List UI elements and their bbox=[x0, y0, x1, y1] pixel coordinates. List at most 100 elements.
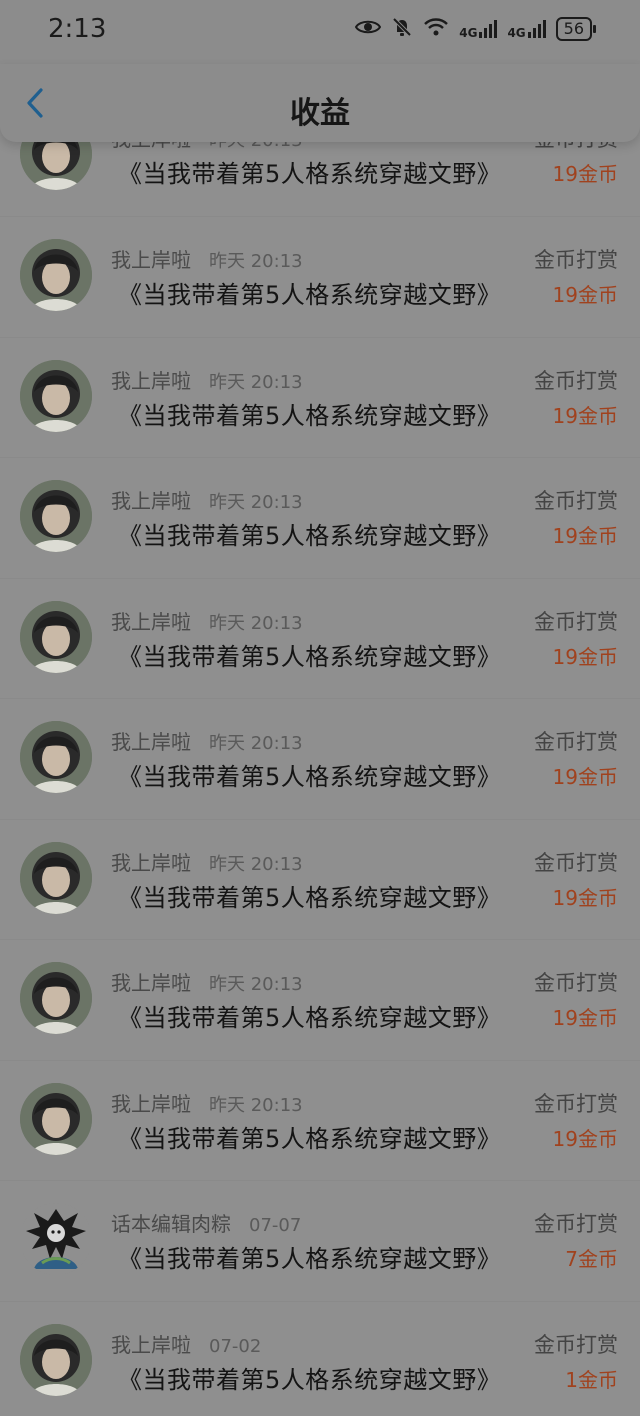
user-avatar-icon bbox=[20, 1323, 92, 1396]
item-time: 昨天 20:13 bbox=[209, 853, 303, 875]
item-book-title: 《当我带着第5人格系统穿越文野》 bbox=[118, 281, 502, 309]
signal-bars-icon bbox=[479, 20, 498, 38]
item-username: 我上岸啦 bbox=[111, 368, 191, 393]
item-time: 昨天 20:13 bbox=[209, 612, 303, 634]
item-amount: 19金币 bbox=[552, 283, 618, 307]
user-avatar-icon bbox=[20, 600, 92, 673]
item-meta: 我上岸啦 昨天 20:13 bbox=[111, 365, 303, 394]
list-item[interactable]: 我上岸啦 昨天 20:13 《当我带着第5人格系统穿越文野》 金币打赏 19金币 bbox=[0, 940, 640, 1061]
item-meta: 我上岸啦 昨天 20:13 bbox=[111, 485, 303, 514]
signal-2: 4G bbox=[507, 20, 546, 40]
item-username: 我上岸啦 bbox=[111, 609, 191, 634]
avatar bbox=[20, 359, 92, 432]
user-avatar-icon bbox=[20, 841, 92, 914]
item-username: 我上岸啦 bbox=[111, 489, 191, 513]
signal-1: 4G bbox=[459, 20, 498, 40]
header-bar: 收益 bbox=[0, 64, 640, 142]
avatar bbox=[20, 239, 92, 311]
wifi-icon bbox=[423, 17, 449, 41]
item-book-title: 《当我带着第5人格系统穿越文野》 bbox=[118, 763, 502, 791]
item-type: 金币打赏 bbox=[534, 248, 618, 272]
eye-icon bbox=[355, 18, 382, 40]
list-item[interactable]: 我上岸啦 昨天 20:13 《当我带着第5人格系统穿越文野》 金币打赏 19金币 bbox=[0, 458, 640, 579]
item-time: 昨天 20:13 bbox=[209, 492, 303, 513]
item-meta: 话本编辑肉粽 07-07 bbox=[111, 1208, 301, 1237]
item-time: 昨天 20:13 bbox=[209, 974, 303, 995]
item-meta: 我上岸啦 昨天 20:13 bbox=[111, 606, 303, 635]
item-time: 昨天 20:13 bbox=[209, 371, 303, 393]
item-book-title: 《当我带着第5人格系统穿越文野》 bbox=[118, 883, 502, 912]
item-amount: 19金币 bbox=[552, 885, 618, 910]
item-amount: 19金币 bbox=[552, 162, 618, 186]
avatar bbox=[20, 600, 92, 673]
item-meta: 我上岸啦 昨天 20:13 bbox=[111, 244, 303, 273]
item-amount: 19金币 bbox=[552, 644, 618, 669]
user-avatar-icon bbox=[20, 359, 92, 432]
user-avatar-icon bbox=[20, 721, 92, 793]
item-amount: 19金币 bbox=[552, 1126, 618, 1151]
item-book-title: 《当我带着第5人格系统穿越文野》 bbox=[118, 1004, 502, 1032]
item-type: 金币打赏 bbox=[534, 1332, 618, 1357]
avatar bbox=[20, 1082, 92, 1155]
item-type: 金币打赏 bbox=[534, 971, 618, 995]
list-item[interactable]: 我上岸啦 昨天 20:13 《当我带着第5人格系统穿越文野》 金币打赏 19金币 bbox=[0, 820, 640, 940]
item-type: 金币打赏 bbox=[534, 1091, 618, 1116]
item-book-title: 《当我带着第5人格系统穿越文野》 bbox=[118, 642, 502, 671]
item-time: 昨天 20:13 bbox=[209, 1094, 303, 1116]
network-label-1: 4G bbox=[459, 26, 478, 40]
status-icons: 4G 4G 56 bbox=[355, 16, 597, 42]
item-username: 我上岸啦 bbox=[111, 248, 191, 272]
item-book-title: 《当我带着第5人格系统穿越文野》 bbox=[118, 1124, 502, 1153]
page-title: 收益 bbox=[290, 96, 350, 131]
avatar bbox=[20, 480, 92, 552]
item-username: 我上岸啦 bbox=[111, 1091, 191, 1116]
item-meta: 我上岸啦 07-02 bbox=[111, 1329, 261, 1358]
status-time: 2:13 bbox=[48, 14, 107, 44]
item-type: 金币打赏 bbox=[534, 1212, 618, 1236]
status-bar: 2:13 4G 4G 56 bbox=[0, 0, 640, 64]
item-username: 我上岸啦 bbox=[111, 971, 191, 995]
list-item[interactable]: 我上岸啦 昨天 20:13 《当我带着第5人格系统穿越文野》 金币打赏 19金币 bbox=[0, 579, 640, 699]
avatar bbox=[20, 1323, 92, 1396]
bell-off-icon bbox=[391, 16, 413, 42]
item-username: 我上岸啦 bbox=[111, 1332, 191, 1357]
user-avatar-icon bbox=[20, 480, 92, 552]
user-avatar-icon bbox=[20, 239, 92, 311]
item-type: 金币打赏 bbox=[534, 489, 618, 513]
item-time: 07-07 bbox=[249, 1215, 302, 1236]
item-type: 金币打赏 bbox=[534, 850, 618, 875]
list-item[interactable]: 我上岸啦 昨天 20:13 《当我带着第5人格系统穿越文野》 金币打赏 19金币 bbox=[0, 699, 640, 820]
list-item[interactable]: 我上岸啦 07-02 《当我带着第5人格系统穿越文野》 金币打赏 1金币 bbox=[0, 1302, 640, 1416]
signal-bars-icon bbox=[527, 20, 546, 38]
item-book-title: 《当我带着第5人格系统穿越文野》 bbox=[118, 1245, 502, 1273]
item-book-title: 《当我带着第5人格系统穿越文野》 bbox=[118, 522, 502, 550]
item-amount: 19金币 bbox=[552, 765, 618, 789]
item-type: 金币打赏 bbox=[534, 730, 618, 754]
item-meta: 我上岸啦 昨天 20:13 bbox=[111, 967, 303, 996]
avatar bbox=[20, 841, 92, 914]
list-item[interactable]: 我上岸啦 昨天 20:13 《当我带着第5人格系统穿越文野》 金币打赏 19金币 bbox=[0, 338, 640, 458]
list-item[interactable]: 话本编辑肉粽 07-07 《当我带着第5人格系统穿越文野》 金币打赏 7金币 bbox=[0, 1181, 640, 1302]
item-book-title: 《当我带着第5人格系统穿越文野》 bbox=[118, 1365, 502, 1394]
item-time: 昨天 20:13 bbox=[209, 733, 303, 754]
user-avatar-icon bbox=[20, 1082, 92, 1155]
avatar bbox=[20, 1203, 92, 1275]
item-username: 话本编辑肉粽 bbox=[111, 1212, 231, 1236]
user-avatar-icon bbox=[20, 962, 92, 1034]
item-time: 昨天 20:13 bbox=[209, 251, 303, 272]
item-book-title: 《当我带着第5人格系统穿越文野》 bbox=[118, 160, 502, 188]
screen: 2:13 4G 4G 56 收益 《当我带着第5人格系统穿越文野》 19金币 我… bbox=[0, 0, 640, 1416]
item-amount: 19金币 bbox=[552, 403, 618, 428]
item-username: 我上岸啦 bbox=[111, 730, 191, 754]
network-label-2: 4G bbox=[507, 26, 526, 40]
item-type: 金币打赏 bbox=[534, 609, 618, 634]
earnings-list: 我上岸啦 昨天 20:13 《当我带着第5人格系统穿越文野》 金币打赏 19金币… bbox=[0, 96, 640, 1416]
battery-indicator: 56 bbox=[555, 17, 597, 41]
item-amount: 1金币 bbox=[565, 1367, 618, 1392]
list-item[interactable]: 我上岸啦 昨天 20:13 《当我带着第5人格系统穿越文野》 金币打赏 19金币 bbox=[0, 1061, 640, 1181]
item-meta: 我上岸啦 昨天 20:13 bbox=[111, 1088, 303, 1117]
item-meta: 我上岸啦 昨天 20:13 bbox=[111, 847, 303, 876]
item-meta: 我上岸啦 昨天 20:13 bbox=[111, 726, 303, 755]
list-item[interactable]: 我上岸啦 昨天 20:13 《当我带着第5人格系统穿越文野》 金币打赏 19金币 bbox=[0, 217, 640, 338]
avatar bbox=[20, 721, 92, 793]
